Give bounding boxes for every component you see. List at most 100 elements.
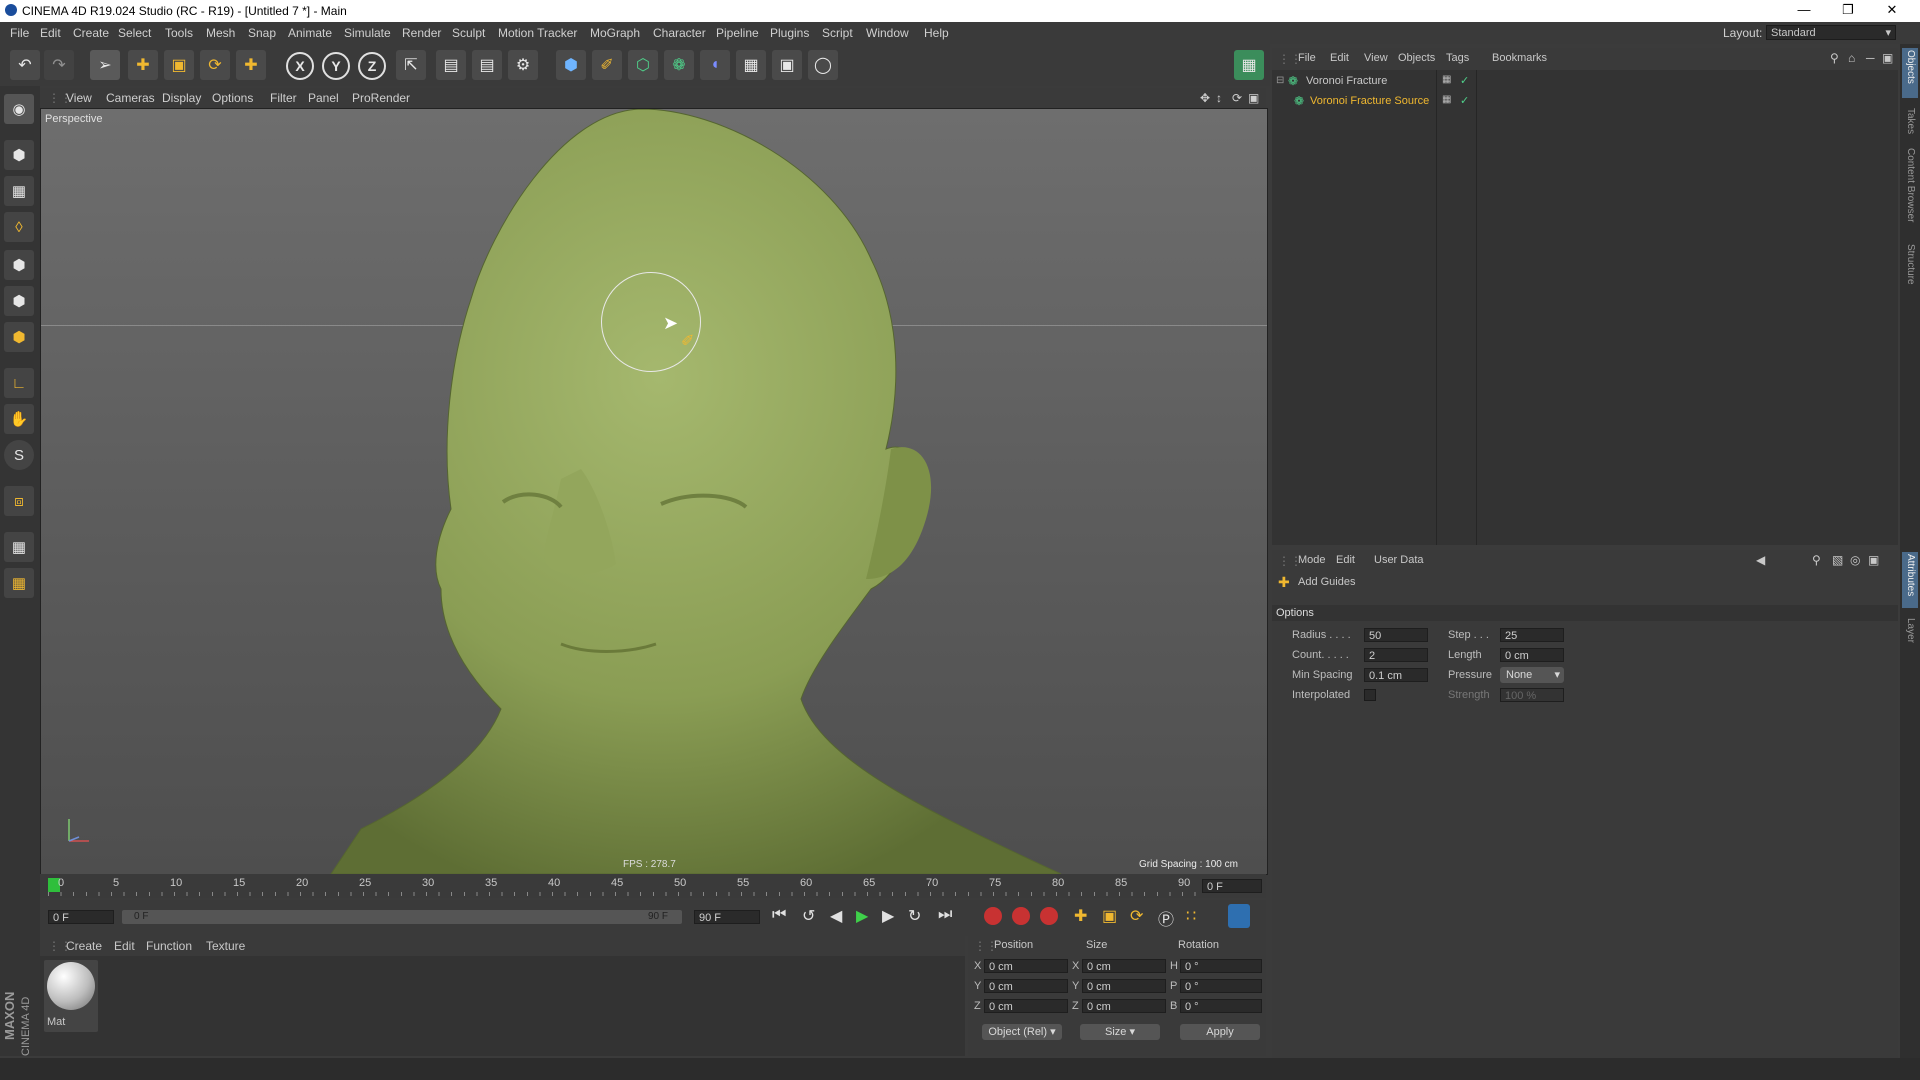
record-point-level-icon[interactable]: ∷ [1186, 906, 1196, 926]
rot-b-field[interactable]: 0 ° [1180, 999, 1262, 1013]
viewport-menu-display[interactable]: Display [162, 91, 201, 105]
pos-y-field[interactable]: 0 cm [984, 979, 1068, 993]
menu-motion-tracker[interactable]: Motion Tracker [498, 26, 577, 40]
viewport-menu-cameras[interactable]: Cameras [106, 91, 155, 105]
menu-file[interactable]: File [10, 26, 29, 40]
home-icon[interactable]: ⌂ [1848, 51, 1855, 65]
model-mode-button[interactable]: ⬢ [4, 140, 34, 170]
scale-tool-button[interactable]: ▣ [164, 50, 194, 80]
move-tool-button[interactable]: ✚ [128, 50, 158, 80]
goto-start-icon[interactable]: ⏮ [772, 906, 786, 924]
next-frame-icon[interactable]: ▶ [882, 906, 894, 926]
end-frame-field[interactable]: 90 F [694, 910, 760, 924]
frame-range-slider[interactable]: 0 F 90 F [122, 910, 682, 924]
pressure-select[interactable]: None ▾ [1500, 667, 1564, 683]
target-icon[interactable]: ◎ [1850, 553, 1860, 567]
radius-field[interactable]: 50 [1364, 628, 1428, 642]
current-frame-field[interactable]: 0 F [1202, 879, 1262, 893]
viewport-menu-filter[interactable]: Filter [270, 91, 297, 105]
tab-content-browser[interactable]: Content Browser [1905, 148, 1916, 222]
play-icon[interactable]: ▶ [856, 906, 868, 926]
count-field[interactable]: 2 [1364, 648, 1428, 662]
menu-simulate[interactable]: Simulate [344, 26, 391, 40]
list-item[interactable]: ❁ Voronoi Fracture Source ▦ ✓ [1272, 94, 1898, 110]
tab-attributes[interactable]: Attributes [1902, 552, 1918, 608]
menu-animate[interactable]: Animate [288, 26, 332, 40]
workplane-mode-button[interactable]: ◊ [4, 212, 34, 242]
restore-icon[interactable]: ❐ [1828, 2, 1868, 20]
size-z-field[interactable]: 0 cm [1082, 999, 1166, 1013]
viewport-zoom-icon[interactable]: ↕ [1216, 91, 1222, 105]
coordinate-mode-select[interactable]: Object (Rel) ▾ [982, 1024, 1062, 1040]
cube-button[interactable]: ⬢ [556, 50, 586, 80]
tab-takes[interactable]: Takes [1905, 108, 1916, 134]
object-menu-bookmarks[interactable]: Bookmarks [1492, 52, 1547, 64]
deformer-button[interactable]: ◖ [700, 50, 730, 80]
y-axis-lock-button[interactable]: Y [322, 52, 350, 80]
menu-sculpt[interactable]: Sculpt [452, 26, 485, 40]
viewport-menu-prorender[interactable]: ProRender [352, 91, 410, 105]
light-button[interactable]: ◯ [808, 50, 838, 80]
rot-p-field[interactable]: 0 ° [1180, 979, 1262, 993]
object-menu-objects[interactable]: Objects [1398, 52, 1435, 64]
material-menu-create[interactable]: Create [66, 939, 102, 953]
live-selection-button[interactable]: ➢ [90, 50, 120, 80]
autokeying-icon[interactable] [1012, 907, 1030, 925]
attr-menu-edit[interactable]: Edit [1336, 554, 1355, 566]
texture-mode-button[interactable]: ▦ [4, 176, 34, 206]
record-scale-icon[interactable]: ▣ [1102, 906, 1117, 926]
apply-button[interactable]: Apply [1180, 1024, 1260, 1040]
viewport-rotate-icon[interactable]: ⟳ [1232, 91, 1242, 105]
layout-select[interactable]: Standard ▾ [1766, 25, 1896, 40]
floor-button[interactable]: ▦ [736, 50, 766, 80]
visibility-dots-icon[interactable]: ▦ [1442, 74, 1451, 85]
render-view-button[interactable]: ▤ [436, 50, 466, 80]
lock-icon[interactable]: ▧ [1832, 553, 1843, 567]
pen-spline-button[interactable]: ✐ [592, 50, 622, 80]
collapse-icon[interactable]: ─ [1866, 51, 1875, 65]
coordinate-system-button[interactable]: ⇱ [396, 50, 426, 80]
interpolated-checkbox[interactable] [1364, 689, 1376, 701]
perspective-viewport[interactable]: Perspective ➤ ✐ FPS : 278.7 Grid Spacing… [40, 108, 1268, 875]
rotate-tool-button[interactable]: ⟳ [200, 50, 230, 80]
maximize-panel-icon[interactable]: ▣ [1868, 553, 1879, 567]
viewport-menu-panel[interactable]: Panel [308, 91, 339, 105]
close-icon[interactable]: ✕ [1872, 2, 1912, 20]
start-frame-field[interactable]: 0 F [48, 910, 114, 924]
make-editable-button[interactable]: ◉ [4, 94, 34, 124]
list-item[interactable]: ⊟ ❁ Voronoi Fracture ▦ ✓ [1272, 74, 1898, 90]
workplane-lock-button[interactable]: ▦ [4, 532, 34, 562]
layout-switch-button[interactable]: ▦ [1234, 50, 1264, 80]
x-axis-lock-button[interactable]: X [286, 52, 314, 80]
material-menu-edit[interactable]: Edit [114, 939, 135, 953]
planar-workplane-button[interactable]: ▦ [4, 568, 34, 598]
enabled-check-icon[interactable]: ✓ [1460, 74, 1469, 87]
attr-menu-mode[interactable]: Mode [1298, 554, 1326, 566]
length-field[interactable]: 0 cm [1500, 648, 1564, 662]
menu-help[interactable]: Help [924, 26, 949, 40]
step-field[interactable]: 25 [1500, 628, 1564, 642]
record-active-objects-icon[interactable] [984, 907, 1002, 925]
record-position-icon[interactable]: ✚ [1074, 906, 1087, 926]
menu-mesh[interactable]: Mesh [206, 26, 235, 40]
solo-button[interactable]: S [4, 440, 34, 470]
size-mode-select[interactable]: Size ▾ [1080, 1024, 1160, 1040]
redo-button[interactable]: ↷ [44, 50, 74, 80]
recent-tools-button[interactable]: ✚ [236, 50, 266, 80]
material-menu-texture[interactable]: Texture [206, 939, 245, 953]
camera-button[interactable]: ▣ [772, 50, 802, 80]
tab-layer[interactable]: Layer [1905, 618, 1916, 643]
record-parameter-icon[interactable]: Ⓟ [1158, 906, 1174, 930]
next-key-icon[interactable]: ↻ [908, 906, 921, 926]
maximize-panel-icon[interactable]: ▣ [1882, 51, 1893, 65]
timeline-window-button[interactable] [1228, 904, 1250, 928]
attr-menu-user-data[interactable]: User Data [1374, 554, 1424, 566]
timeline-ruler[interactable]: 0 5 10 15 20 25 30 35 40 45 50 55 60 65 … [40, 874, 1266, 898]
menu-create[interactable]: Create [73, 26, 109, 40]
cloner-button[interactable]: ❁ [664, 50, 694, 80]
subdivision-surface-button[interactable]: ⬡ [628, 50, 658, 80]
size-y-field[interactable]: 0 cm [1082, 979, 1166, 993]
z-axis-lock-button[interactable]: Z [358, 52, 386, 80]
expand-icon[interactable]: ⊟ [1276, 75, 1284, 86]
enabled-check-icon[interactable]: ✓ [1460, 94, 1469, 107]
